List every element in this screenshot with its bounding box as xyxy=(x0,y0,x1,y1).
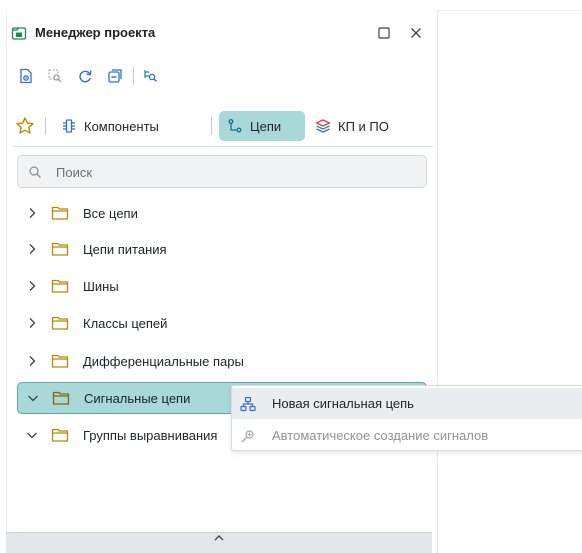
context-menu: Новая сигнальная цепь Автоматическое соз… xyxy=(231,385,582,451)
tab-nets-label: Цепи xyxy=(250,118,282,134)
tab-components[interactable]: Компоненты xyxy=(53,111,167,141)
tree-item-label: Классы цепей xyxy=(83,316,168,331)
folder-icon xyxy=(51,241,69,257)
toolbar-separator xyxy=(133,67,134,85)
chevron-right-icon[interactable] xyxy=(25,242,39,256)
tabs-separator xyxy=(45,117,46,135)
tree-item-buses[interactable]: Шины xyxy=(17,271,427,301)
maximize-icon[interactable] xyxy=(373,22,395,44)
search-input[interactable] xyxy=(56,163,416,181)
menu-item-new-signal-net[interactable]: Новая сигнальная цепь xyxy=(232,388,582,419)
new-signal-net-icon xyxy=(240,396,256,412)
panel-title: Менеджер проекта xyxy=(35,25,156,40)
folder-icon xyxy=(51,278,69,294)
tab-components-label: Компоненты xyxy=(84,118,159,134)
tree-item-all-nets[interactable]: Все цепи xyxy=(17,198,427,228)
search-box xyxy=(17,155,427,188)
tab-layers-label: КП и ПО xyxy=(338,118,389,134)
folder-icon xyxy=(51,205,69,221)
net-icon xyxy=(227,118,243,134)
zoom-fit-icon[interactable] xyxy=(139,65,161,87)
auto-create-icon xyxy=(240,428,256,444)
folder-icon xyxy=(51,353,69,369)
document-preview-icon[interactable] xyxy=(15,65,37,87)
layers-icon xyxy=(315,118,331,134)
panel-title-bar: Менеджер проекта xyxy=(7,20,439,48)
tree-item-label: Группы выравнивания xyxy=(83,428,218,443)
tree-item-label: Шины xyxy=(83,279,119,294)
refresh-icon[interactable] xyxy=(74,65,96,87)
folder-icon xyxy=(51,427,69,443)
star-icon[interactable] xyxy=(15,116,35,136)
tree-item-label: Сигнальные цепи xyxy=(84,391,191,406)
tree-item-diff-pairs[interactable]: Дифференциальные пары xyxy=(17,346,427,376)
tab-nets[interactable]: Цепи xyxy=(219,111,305,141)
tree-item-net-classes[interactable]: Классы цепей xyxy=(17,308,427,338)
search-icon xyxy=(28,165,42,179)
menu-item-label: Автоматическое создание сигналов xyxy=(272,428,489,443)
menu-item-auto-create-signals[interactable]: Автоматическое создание сигналов xyxy=(232,420,582,451)
tab-layers[interactable]: КП и ПО xyxy=(307,111,397,141)
chevron-right-icon[interactable] xyxy=(25,316,39,330)
component-icon xyxy=(61,118,77,134)
tree-item-label: Цепи питания xyxy=(83,242,167,257)
chevron-right-icon[interactable] xyxy=(25,206,39,220)
panel-bottom-toggle[interactable] xyxy=(6,532,432,553)
folder-icon xyxy=(52,390,70,406)
menu-item-label: Новая сигнальная цепь xyxy=(272,396,414,411)
panel-divider xyxy=(13,146,433,147)
chevron-up-icon[interactable] xyxy=(212,531,226,545)
tabs-separator xyxy=(211,117,212,135)
chevron-right-icon[interactable] xyxy=(25,279,39,293)
collapse-all-icon[interactable] xyxy=(104,65,126,87)
workspace-area xyxy=(438,0,582,553)
folder-icon xyxy=(51,315,69,331)
tree-item-label: Дифференциальные пары xyxy=(83,354,244,369)
tree-item-label: Все цепи xyxy=(83,206,138,221)
panel-tabs: Компоненты Цепи КП и ПО xyxy=(7,111,439,143)
chevron-right-icon[interactable] xyxy=(25,354,39,368)
zoom-select-icon[interactable] xyxy=(44,65,66,87)
project-manager-icon xyxy=(11,25,27,41)
tree-item-power-nets[interactable]: Цепи питания xyxy=(17,234,427,264)
workspace-divider xyxy=(438,10,582,11)
chevron-down-icon[interactable] xyxy=(26,391,40,405)
close-icon[interactable] xyxy=(405,22,427,44)
project-manager-panel: Менеджер проекта Компоненты Цепи КП и ПО… xyxy=(6,10,438,553)
chevron-down-icon[interactable] xyxy=(25,428,39,442)
panel-toolbar xyxy=(7,63,439,89)
